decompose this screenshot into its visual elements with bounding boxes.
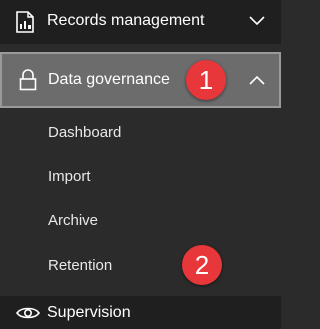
nav-item-records-management-label: Records management: [47, 12, 205, 29]
eye-icon: [16, 307, 40, 319]
submenu-item-archive[interactable]: Archive: [48, 212, 98, 229]
data-governance-submenu: Dashboard Import Archive Retention 2: [0, 110, 281, 287]
callout-badge-2: 2: [182, 245, 222, 285]
nav-item-data-governance[interactable]: Data governance 1: [0, 52, 281, 108]
chevron-up-icon[interactable]: [249, 75, 265, 85]
nav-item-supervision[interactable]: Supervision: [0, 296, 281, 329]
nav-item-supervision-label: Supervision: [47, 304, 131, 321]
records-icon: [16, 11, 34, 33]
nav-divider: [0, 44, 281, 52]
lock-icon: [19, 69, 37, 91]
chevron-down-icon[interactable]: [249, 16, 265, 26]
submenu-item-import[interactable]: Import: [48, 168, 91, 185]
submenu-item-dashboard[interactable]: Dashboard: [48, 124, 121, 141]
nav-item-records-management[interactable]: Records management: [0, 0, 281, 44]
callout-badge-1: 1: [186, 60, 226, 100]
submenu-item-retention[interactable]: Retention: [48, 257, 112, 274]
nav-item-data-governance-label: Data governance: [48, 71, 170, 88]
